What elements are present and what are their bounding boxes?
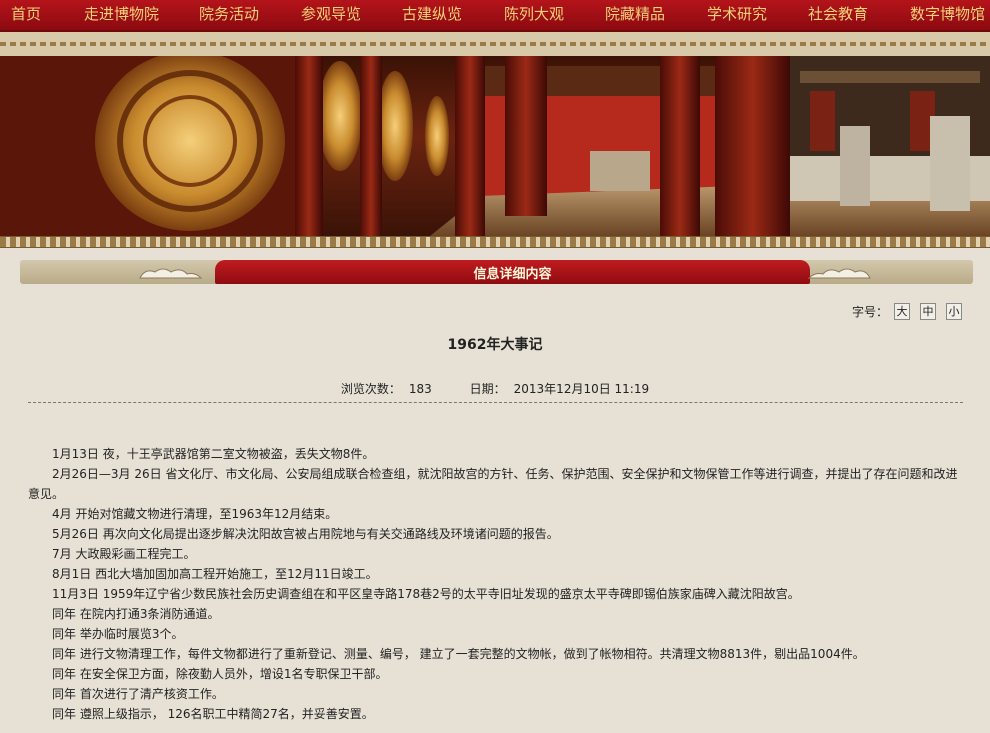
nav-item-collections[interactable]: 院藏精品 <box>605 5 665 23</box>
event-paragraph: 11月3日 1959年辽宁省少数民族社会历史调查组在和平区皇寺路178巷2号的太… <box>52 587 800 601</box>
event-paragraph: 2月26日—3月 26日 省文化厅、市文化局、公安局组成联合检查组，就沈阳故宫的… <box>28 467 958 501</box>
nav-item-research[interactable]: 学术研究 <box>707 5 767 23</box>
article-meta: 浏览次数： 183 日期： 2013年12月10日 11:19 <box>0 380 990 397</box>
nav-item-digital-museum[interactable]: 数字博物馆 <box>910 5 985 23</box>
nav-border-pattern <box>0 32 990 59</box>
views-count: 183 <box>408 382 432 396</box>
article-date: 2013年12月10日 11:19 <box>513 382 650 396</box>
event-paragraph: 8月1日 西北大墙加固加高工程开始施工，至12月11日竣工。 <box>52 567 378 581</box>
event-paragraph: 同年 遵照上级指示， 126名职工中精简27名，并妥善安置。 <box>52 707 374 721</box>
divider <box>28 402 963 403</box>
nav-item-activities[interactable]: 院务活动 <box>199 5 259 23</box>
nav-item-education[interactable]: 社会教育 <box>808 5 868 23</box>
article-body: 1月13日 夜，十王亭武器馆第二室文物被盗，丢失文物8件。 2月26日—3月 2… <box>28 444 963 724</box>
font-size-label: 字号： <box>851 305 888 319</box>
event-paragraph: 4月 开始对馆藏文物进行清理，至1963年12月结束。 <box>52 507 338 521</box>
date-label: 日期： <box>469 382 506 396</box>
section-title: 信息详细内容 <box>473 267 552 282</box>
nav-item-home[interactable]: 首页 <box>11 5 41 23</box>
event-paragraph: 同年 在安全保卫方面，除夜勤人员外，增设1名专职保卫干部。 <box>52 667 388 681</box>
cloud-ornament-icon <box>807 268 871 279</box>
event-paragraph: 同年 首次进行了清产核资工作。 <box>52 687 224 701</box>
article-title: 1962年大事记 <box>447 337 543 353</box>
event-paragraph: 同年 在院内打通3条消防通道。 <box>52 607 220 621</box>
font-size-large-button[interactable]: 大 <box>894 303 910 320</box>
views-label: 浏览次数： <box>340 382 401 396</box>
cloud-ornament-icon <box>139 268 203 279</box>
banner-image <box>0 56 990 236</box>
section-header-bar: 信息详细内容 <box>20 260 973 284</box>
font-size-switcher: 字号： 大 中 小 <box>852 303 962 320</box>
nav-item-visit-guide[interactable]: 参观导览 <box>301 5 361 23</box>
palace-banner-illustration <box>0 56 990 236</box>
font-size-small-button[interactable]: 小 <box>946 303 962 320</box>
event-paragraph: 5月26日 再次向文化局提出逐步解决沈阳故宫被占用院地与有关交通路线及环境诸问题… <box>52 527 559 541</box>
banner-border-pattern <box>0 236 990 248</box>
event-paragraph: 1月13日 夜，十王亭武器馆第二室文物被盗，丢失文物8件。 <box>52 447 375 461</box>
section-title-tab: 信息详细内容 <box>215 260 810 284</box>
nav-item-exhibitions[interactable]: 陈列大观 <box>504 5 564 23</box>
top-nav: 首页 走进博物院 院务活动 参观导览 古建纵览 陈列大观 院藏精品 学术研究 社… <box>0 0 990 32</box>
event-paragraph: 同年 进行文物清理工作，每件文物都进行了重新登记、测量、编号， 建立了一套完整的… <box>52 647 865 661</box>
event-paragraph: 同年 举办临时展览3个。 <box>52 627 184 641</box>
nav-item-architecture[interactable]: 古建纵览 <box>402 5 462 23</box>
event-paragraph: 7月 大政殿彩画工程完工。 <box>52 547 196 561</box>
font-size-medium-button[interactable]: 中 <box>920 303 936 320</box>
nav-item-about[interactable]: 走进博物院 <box>84 5 159 23</box>
